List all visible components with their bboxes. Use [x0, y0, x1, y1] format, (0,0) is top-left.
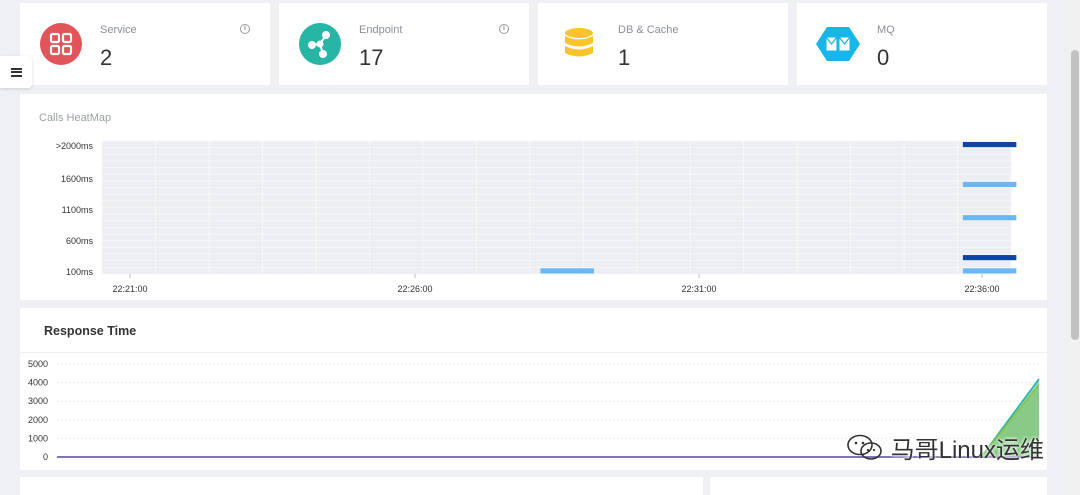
- stat-value: 2: [100, 45, 113, 70]
- wechat-icon: [846, 434, 882, 460]
- hamburger-icon: [10, 67, 22, 77]
- stat-card-mq: MQ 0: [797, 3, 1047, 85]
- stat-card-endpoint: Endpoint 17 i: [279, 3, 529, 85]
- mq-icon: [815, 23, 861, 65]
- stat-label: DB & Cache: [618, 24, 679, 36]
- heatmap-y-tick-label: >2000ms: [56, 141, 94, 151]
- stat-card-db-cache: DB & Cache 1: [538, 3, 788, 85]
- stat-label: Endpoint: [359, 24, 403, 36]
- heatmap-x-tick-label: 22:36:00: [964, 284, 999, 294]
- heatmap-x-tick-label: 22:31:00: [681, 284, 716, 294]
- rt-y-tick-label: 4000: [28, 378, 48, 388]
- heatmap-x-tick-label: 22:21:00: [112, 284, 147, 294]
- heatmap-panel: Calls HeatMap 100ms 600ms 1100ms 1600ms >200…: [20, 94, 1047, 300]
- info-icon[interactable]: i: [240, 24, 250, 34]
- heatmap-y-tick-label: 1100ms: [62, 205, 94, 215]
- stat-label: Service: [100, 24, 137, 36]
- stat-value: 17: [359, 45, 384, 70]
- heatmap-cell: [962, 255, 1017, 261]
- menu-toggle-button[interactable]: [0, 56, 32, 88]
- stat-label: MQ: [877, 24, 895, 36]
- watermark: 马哥Linux运维: [845, 430, 1044, 465]
- stat-value: 1: [618, 45, 631, 70]
- rt-y-tick-label: 0: [43, 452, 48, 462]
- heatmap-cell: [962, 215, 1017, 221]
- rt-y-tick-label: 5000: [28, 359, 48, 369]
- heatmap-x-tick-label: 22:26:00: [397, 284, 432, 294]
- rt-y-tick-label: 1000: [28, 433, 48, 443]
- calls-heatmap: 100ms 600ms 1100ms 1600ms >2000ms 22:21:00 22:…: [56, 140, 1017, 294]
- grid-icon: [40, 23, 82, 65]
- watermark-text: 马哥Linux运维: [890, 437, 1044, 464]
- database-icon: [558, 23, 600, 65]
- info-icon[interactable]: i: [499, 24, 509, 34]
- heatmap-cell: [962, 181, 1017, 188]
- heatmap-y-tick-label: 100ms: [66, 267, 94, 277]
- scrollbar-thumb[interactable]: [1071, 50, 1079, 340]
- bottom-panel-left: [20, 477, 703, 495]
- heatmap-cell: [540, 268, 594, 274]
- stat-card-service: Service 2 i: [20, 3, 270, 85]
- endpoint-icon: [299, 23, 341, 65]
- rt-y-tick-label: 2000: [28, 415, 48, 425]
- stat-value: 0: [877, 45, 890, 70]
- heatmap-y-tick-label: 1600ms: [61, 174, 94, 184]
- page-scrollbar[interactable]: [1070, 0, 1080, 495]
- heatmap-y-tick-label: 600ms: [66, 236, 94, 246]
- heatmap-cell: [962, 268, 1017, 274]
- heatmap-cell: [962, 142, 1017, 148]
- bottom-panel-right: [710, 477, 1047, 495]
- rt-y-tick-label: 3000: [28, 396, 48, 406]
